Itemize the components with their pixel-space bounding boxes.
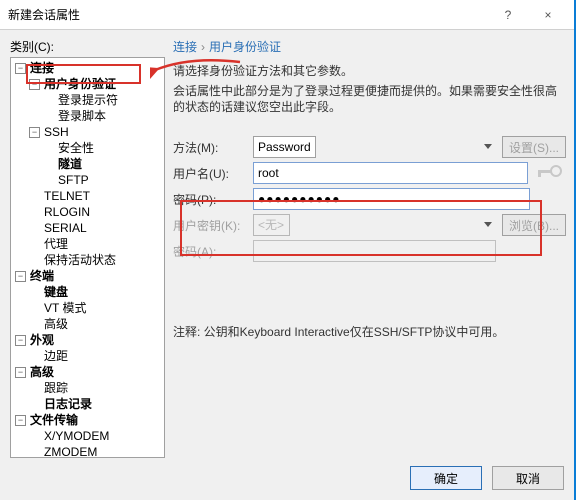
description-1: 请选择身份验证方法和其它参数。 (173, 63, 566, 79)
category-label: 类别(C): (10, 38, 165, 55)
tree-login-prompt[interactable]: 登录提示符 (56, 92, 120, 108)
password2-input (253, 240, 496, 262)
password2-label: 密码(A): (173, 243, 253, 260)
key-icon (536, 160, 566, 186)
tree-terminal[interactable]: 终端 (28, 268, 56, 284)
tree-adv2[interactable]: 高级 (28, 364, 56, 380)
chevron-right-icon: › (201, 40, 205, 54)
tree-advanced[interactable]: 高级 (42, 316, 70, 332)
ok-button[interactable]: 确定 (410, 466, 482, 490)
description-2: 会话属性中此部分是为了登录过程更便捷而提供的。如果需要安全性很高的状态的话建议您… (173, 83, 566, 115)
tree-log[interactable]: 日志记录 (42, 396, 94, 412)
collapse-icon[interactable]: − (15, 335, 26, 346)
tree-ft[interactable]: 文件传输 (28, 412, 80, 428)
close-icon[interactable]: × (528, 0, 568, 30)
breadcrumb-2: 用户身份验证 (209, 38, 281, 55)
dialog-footer: 确定 取消 (410, 466, 564, 490)
password-label: 密码(P): (173, 191, 253, 208)
userkey-label: 用户密钥(K): (173, 217, 253, 234)
tree-xymodem[interactable]: X/YMODEM (42, 428, 111, 444)
username-input[interactable] (253, 162, 528, 184)
tree-vt[interactable]: VT 模式 (42, 300, 88, 316)
collapse-icon[interactable]: − (29, 127, 40, 138)
collapse-icon[interactable]: − (15, 271, 26, 282)
tree-serial[interactable]: SERIAL (42, 220, 89, 236)
tree-auth[interactable]: 用户身份验证 (42, 76, 118, 92)
password-input[interactable] (253, 188, 530, 210)
tree-ssh[interactable]: SSH (42, 124, 71, 140)
help-icon[interactable]: ? (488, 0, 528, 30)
tree-rlogin[interactable]: RLOGIN (42, 204, 92, 220)
tree-margin[interactable]: 边距 (42, 348, 70, 364)
tree-trace[interactable]: 跟踪 (42, 380, 70, 396)
method-select[interactable]: Password (253, 136, 316, 158)
tree-keyboard[interactable]: 键盘 (42, 284, 70, 300)
collapse-icon[interactable]: − (15, 415, 26, 426)
tree-telnet[interactable]: TELNET (42, 188, 92, 204)
method-label: 方法(M): (173, 139, 253, 156)
tree-connect[interactable]: 连接 (28, 60, 56, 76)
username-label: 用户名(U): (173, 165, 253, 182)
tree-zmodem[interactable]: ZMODEM (42, 444, 99, 458)
tree-proxy[interactable]: 代理 (42, 236, 70, 252)
note-text: 注释: 公钥和Keyboard Interactive仅在SSH/SFTP协议中… (173, 323, 566, 340)
collapse-icon[interactable]: − (29, 79, 40, 90)
tree-security[interactable]: 安全性 (56, 140, 96, 156)
browse-button: 浏览(B)... (502, 214, 566, 236)
collapse-icon[interactable]: − (15, 63, 26, 74)
setup-button[interactable]: 设置(S)... (502, 136, 566, 158)
breadcrumb-1: 连接 (173, 38, 197, 55)
tree-login-script[interactable]: 登录脚本 (56, 108, 108, 124)
tree-sftp[interactable]: SFTP (56, 172, 91, 188)
tree-keepalive[interactable]: 保持活动状态 (42, 252, 118, 268)
cancel-button[interactable]: 取消 (492, 466, 564, 490)
breadcrumb: 连接 › 用户身份验证 (173, 38, 566, 55)
title-bar: 新建会话属性 ? × (0, 0, 576, 30)
window-title: 新建会话属性 (8, 6, 488, 23)
collapse-icon[interactable]: − (15, 367, 26, 378)
tree-tunnel[interactable]: 隧道 (56, 156, 84, 172)
category-tree[interactable]: −连接 −用户身份验证 登录提示符 登录脚本 −SSH (10, 57, 165, 458)
tree-appearance[interactable]: 外观 (28, 332, 56, 348)
userkey-select: <无> (253, 214, 290, 236)
